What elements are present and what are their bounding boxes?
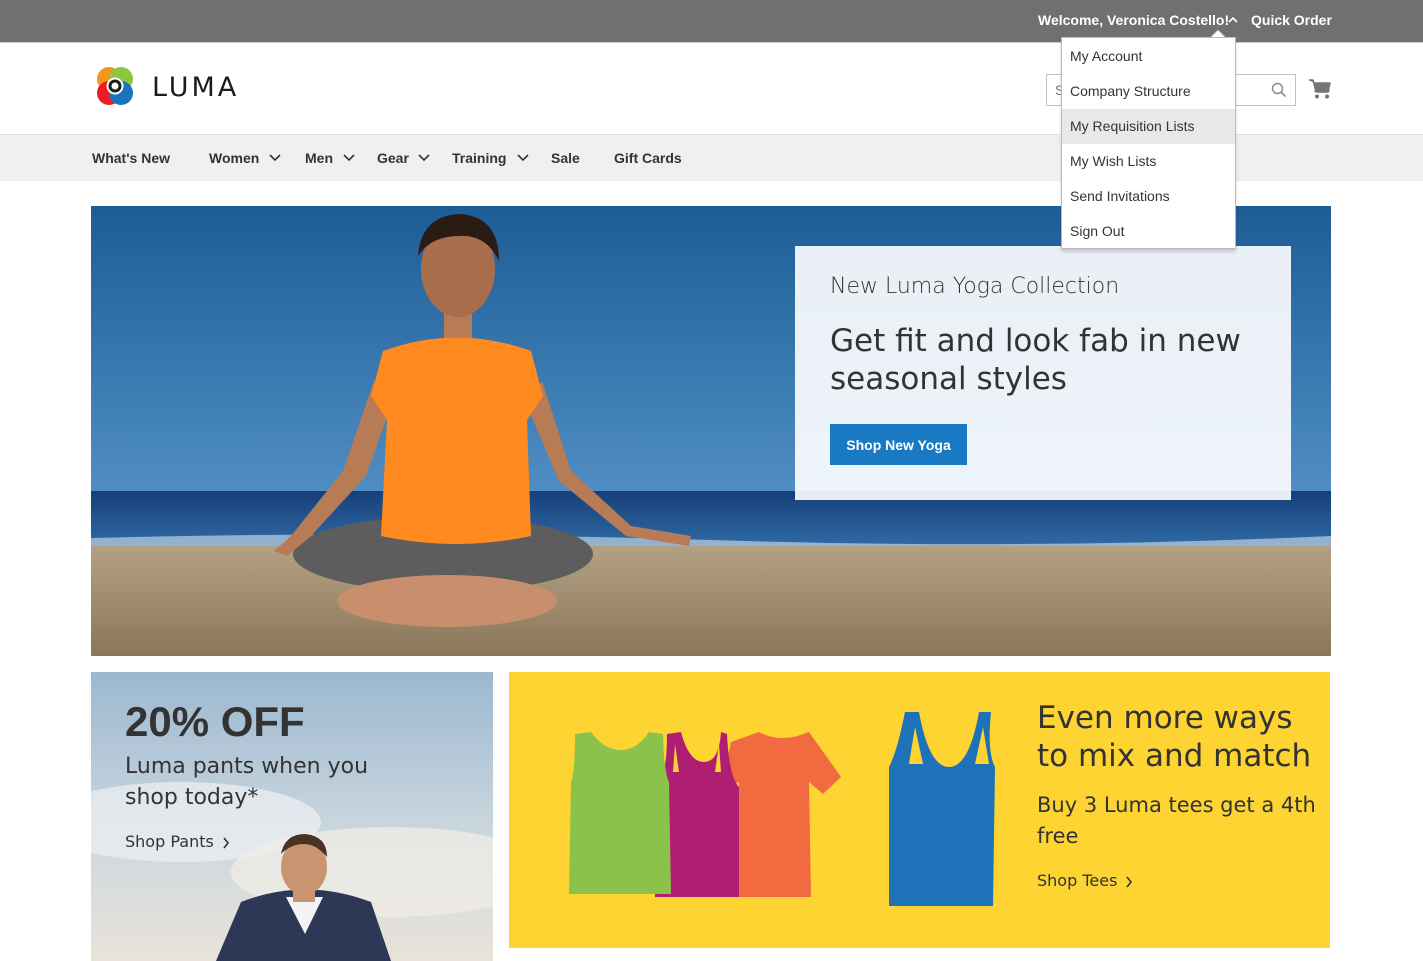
shop-tees-link[interactable]: Shop Tees xyxy=(1037,871,1133,890)
quick-order-link[interactable]: Quick Order xyxy=(1251,12,1332,28)
chevron-down-icon[interactable] xyxy=(517,154,529,162)
shop-new-yoga-button[interactable]: Shop New Yoga xyxy=(830,424,967,465)
cart-icon[interactable] xyxy=(1308,78,1332,100)
nav-item-whats-new[interactable]: What's New xyxy=(92,150,170,166)
nav-item-training[interactable]: Training xyxy=(452,150,506,166)
menu-item-company-structure[interactable]: Company Structure xyxy=(1062,74,1235,109)
shop-pants-label[interactable]: Shop Pants xyxy=(125,832,214,851)
shop-tees-label[interactable]: Shop Tees xyxy=(1037,871,1117,890)
menu-item-my-account[interactable]: My Account xyxy=(1062,39,1235,74)
chevron-right-icon[interactable] xyxy=(222,837,230,849)
chevron-down-icon[interactable] xyxy=(269,154,281,162)
tees-headline: Even more ways to mix and match xyxy=(1037,700,1312,774)
logo-text[interactable]: LUMA xyxy=(152,72,239,103)
chevron-down-icon[interactable] xyxy=(343,154,355,162)
nav-item-men[interactable]: Men xyxy=(305,150,333,166)
chevron-down-icon[interactable] xyxy=(418,154,430,162)
nav-item-sale[interactable]: Sale xyxy=(551,150,580,166)
menu-item-my-wish-lists[interactable]: My Wish Lists xyxy=(1062,144,1235,179)
shop-pants-link[interactable]: Shop Pants xyxy=(125,832,230,851)
chevron-right-icon[interactable] xyxy=(1125,876,1133,888)
menu-item-sign-out[interactable]: Sign Out xyxy=(1062,214,1235,249)
chevron-up-icon[interactable] xyxy=(1226,13,1240,27)
hero-title: Get fit and look fab in new seasonal sty… xyxy=(830,323,1241,397)
account-dropdown-menu: My Account Company Structure My Requisit… xyxy=(1061,37,1236,249)
welcome-message[interactable]: Welcome, Veronica Costello! xyxy=(1038,12,1229,28)
nav-item-gift-cards[interactable]: Gift Cards xyxy=(614,150,682,166)
pants-headline: 20% OFF xyxy=(125,698,305,745)
tees-description: Buy 3 Luma tees get a 4th free xyxy=(1037,793,1316,848)
nav-item-women[interactable]: Women xyxy=(209,150,259,166)
menu-item-send-invitations[interactable]: Send Invitations xyxy=(1062,179,1235,214)
menu-item-my-requisition-lists[interactable]: My Requisition Lists xyxy=(1062,109,1235,144)
hero-subtitle: New Luma Yoga Collection xyxy=(830,274,1120,299)
search-icon[interactable] xyxy=(1271,82,1287,98)
nav-item-gear[interactable]: Gear xyxy=(377,150,409,166)
pants-description: Luma pants when you shop today* xyxy=(125,754,369,810)
